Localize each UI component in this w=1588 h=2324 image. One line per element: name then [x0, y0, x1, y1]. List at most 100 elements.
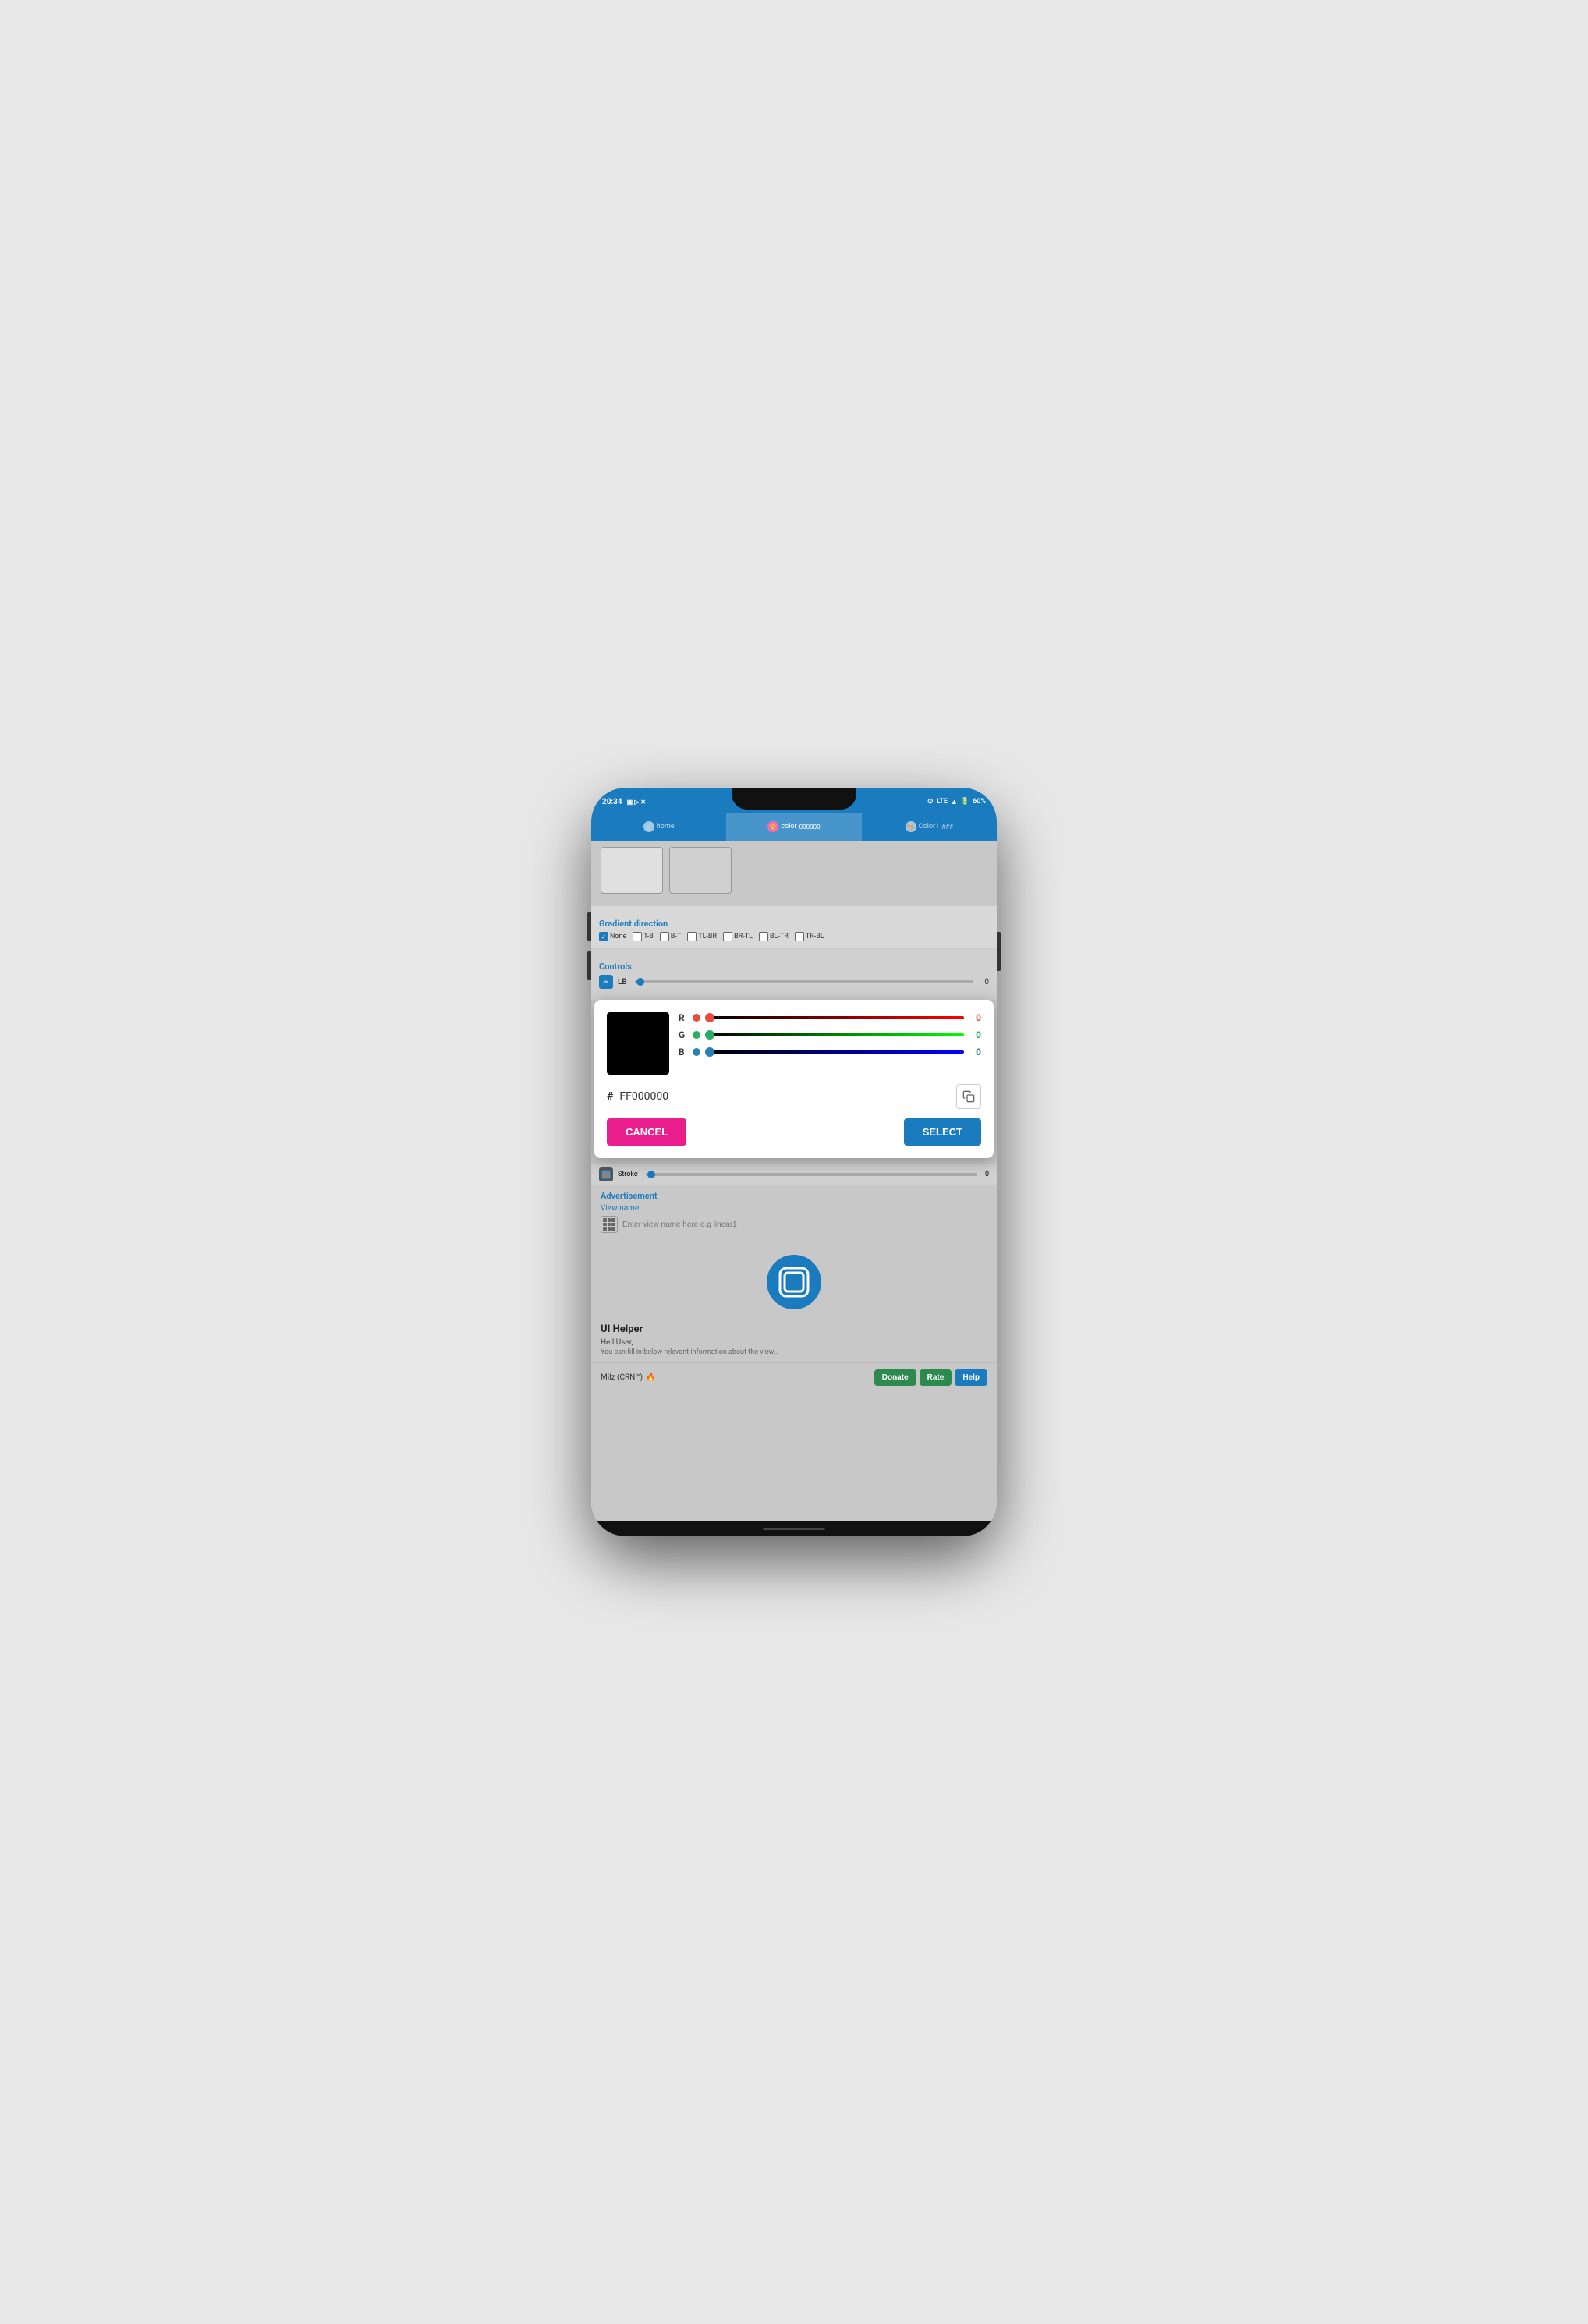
g-value: 0	[969, 1029, 981, 1040]
phone-screen: 20:34 ▣ ▷ ✕ ⊙ LTE ▲ 🔋 60% ⌂ home 🎨 color…	[591, 788, 997, 1536]
g-thumb[interactable]	[705, 1030, 714, 1040]
gradient-trbl-checkbox[interactable]	[795, 932, 804, 941]
gradient-section-title: Gradient direction	[599, 919, 989, 929]
stroke-row: Stroke 0	[591, 1164, 997, 1185]
color-tab-icon: 🎨	[767, 821, 778, 832]
stroke-thumb[interactable]	[647, 1171, 655, 1178]
helper-greeting: Hell User,	[601, 1338, 987, 1347]
grid-icon	[601, 1216, 618, 1233]
g-label: G	[679, 1029, 688, 1040]
gradient-bt-label: B-T	[671, 933, 681, 941]
home-indicator	[591, 1521, 997, 1536]
gradient-trbl-item[interactable]: TR-BL	[795, 932, 824, 941]
rate-button[interactable]: Rate	[920, 1369, 952, 1386]
network-type: LTE	[936, 798, 947, 806]
gradient-tlbr-checkbox[interactable]	[687, 932, 697, 941]
gradient-options-row: None T-B B-T TL-BR	[599, 932, 989, 941]
lb-slider-track[interactable]	[635, 980, 973, 983]
advertisement-section: Advertisement View name	[591, 1185, 997, 1239]
hex-row: # FF000000	[607, 1084, 981, 1109]
main-content[interactable]: Gradient direction None T-B B-T	[591, 841, 997, 1521]
ad-title: Advertisement	[601, 1191, 987, 1201]
rgb-sliders: R 0 G	[679, 1012, 981, 1075]
gradient-tb-item[interactable]: T-B	[633, 932, 653, 941]
helper-description: You can fill in below relevant informati…	[601, 1348, 987, 1356]
r-thumb[interactable]	[705, 1013, 714, 1022]
hex-hash: #	[607, 1090, 613, 1103]
hex-value: FF000000	[619, 1090, 950, 1103]
help-button[interactable]: Help	[955, 1369, 987, 1386]
b-track[interactable]	[705, 1050, 964, 1054]
lb-slider-row: ✏ LB 0	[599, 975, 989, 989]
stroke-icon	[599, 1167, 613, 1181]
gradient-tb-checkbox[interactable]	[633, 932, 642, 941]
r-track[interactable]	[705, 1016, 964, 1019]
gradient-bltr-label: BL-TR	[770, 933, 789, 941]
stroke-value: 0	[985, 1171, 989, 1178]
b-thumb[interactable]	[705, 1047, 714, 1057]
wifi-icon: ⊙	[927, 798, 934, 806]
tab-bar: ⌂ home 🎨 color 000000 🎨 Color1 ###	[591, 813, 997, 841]
controls-section: Controls ✏ LB 0	[591, 949, 997, 1000]
fire-icon: 🔥	[646, 1373, 655, 1382]
gradient-brtl-label: BR-TL	[734, 933, 753, 941]
tab-color-active[interactable]: 🎨 color 000000	[726, 813, 861, 841]
gradient-none-label: None	[610, 933, 626, 941]
notification-icons: ▣ ▷ ✕	[627, 799, 646, 806]
cancel-button[interactable]: CANCEL	[607, 1118, 686, 1146]
gradient-brtl-checkbox[interactable]	[723, 932, 732, 941]
tab-color1-hex: ###	[941, 824, 953, 831]
gradient-trbl-label: TR-BL	[806, 933, 824, 941]
b-dot	[693, 1048, 700, 1056]
creator-info: Milz (CRN™) 🔥	[601, 1373, 655, 1382]
gradient-brtl-item[interactable]: BR-TL	[723, 932, 753, 941]
lb-slider-thumb[interactable]	[636, 978, 644, 986]
bottom-bar: Milz (CRN™) 🔥 Donate Rate Help	[591, 1362, 997, 1392]
gradient-bltr-item[interactable]: BL-TR	[759, 932, 789, 941]
battery-icon: 🔋	[961, 798, 969, 806]
r-value: 0	[969, 1012, 981, 1023]
gradient-bt-checkbox[interactable]	[660, 932, 669, 941]
b-value: 0	[969, 1047, 981, 1057]
home-tab-icon: ⌂	[643, 821, 654, 832]
gradient-tlbr-item[interactable]: TL-BR	[687, 932, 717, 941]
stroke-slider[interactable]	[646, 1173, 977, 1176]
lb-value: 0	[978, 978, 989, 987]
tab-color1-label: Color1	[919, 823, 939, 831]
g-track[interactable]	[705, 1033, 964, 1036]
gradient-none-item[interactable]: None	[599, 932, 626, 941]
color-preview-box-1	[601, 847, 663, 894]
color-preview-box-2	[669, 847, 732, 894]
creator-name: Milz (CRN™)	[601, 1373, 643, 1382]
lb-icon: ✏	[599, 975, 613, 989]
dialog-inner: R 0 G	[607, 1012, 981, 1075]
gradient-tb-label: T-B	[643, 933, 653, 941]
controls-section-title: Controls	[599, 962, 989, 972]
tab-color1[interactable]: 🎨 Color1 ###	[862, 813, 997, 841]
copy-button[interactable]	[956, 1084, 981, 1109]
donate-button[interactable]: Donate	[874, 1369, 916, 1386]
color-swatch	[607, 1012, 669, 1075]
signal-icon: ▲	[951, 798, 958, 806]
green-slider-row: G 0	[679, 1029, 981, 1040]
tab-home[interactable]: ⌂ home	[591, 813, 726, 841]
gradient-none-checkbox[interactable]	[599, 932, 608, 941]
r-dot	[693, 1014, 700, 1022]
g-dot	[693, 1031, 700, 1039]
color-preview-area	[591, 841, 997, 906]
view-name-label: View name	[601, 1204, 987, 1213]
lb-label: LB	[618, 978, 630, 987]
time-display: 20:34	[602, 798, 622, 806]
home-bar	[763, 1528, 825, 1530]
r-label: R	[679, 1012, 688, 1023]
blue-slider-row: B 0	[679, 1047, 981, 1057]
gradient-bltr-checkbox[interactable]	[759, 932, 768, 941]
power-button[interactable]	[997, 932, 1001, 971]
gradient-bt-item[interactable]: B-T	[660, 932, 681, 941]
select-button[interactable]: SELECT	[904, 1118, 981, 1146]
tab-color-label: color	[781, 823, 796, 831]
color1-tab-icon: 🎨	[906, 821, 916, 832]
view-name-input[interactable]	[622, 1220, 987, 1229]
dialog-buttons: CANCEL SELECT	[607, 1118, 981, 1146]
red-slider-row: R 0	[679, 1012, 981, 1023]
